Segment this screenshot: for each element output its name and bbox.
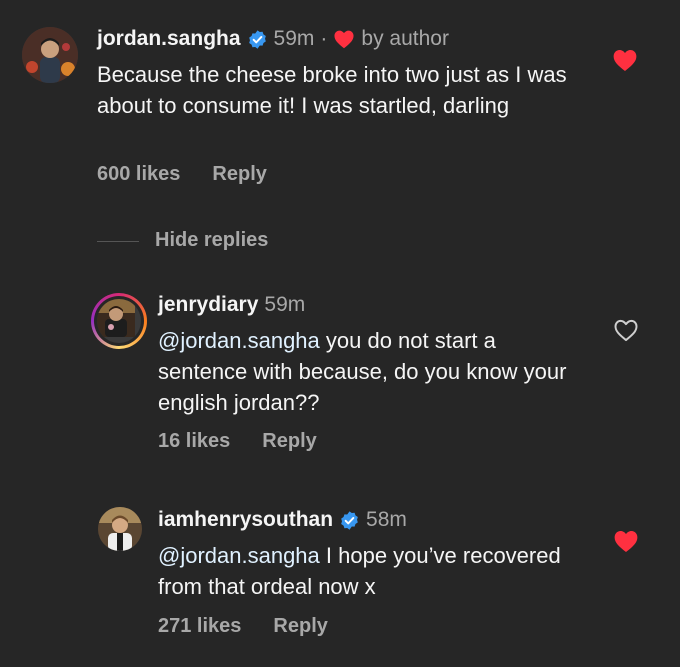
author-heart-icon — [333, 29, 355, 49]
heart-filled-icon — [613, 50, 637, 72]
comment-actions: 600 likes Reply — [97, 163, 267, 186]
mention-link[interactable]: @jordan.sangha — [158, 328, 320, 353]
avatar-iamhenrysouthan[interactable] — [98, 507, 142, 551]
reply-actions: 271 likes Reply — [158, 615, 328, 638]
meta-separator: · — [320, 27, 328, 50]
comment-text: Because the cheese broke into two just a… — [97, 59, 577, 121]
likes-count[interactable]: 16 likes — [158, 430, 230, 453]
hide-replies-divider — [97, 241, 139, 242]
likes-count[interactable]: 271 likes — [158, 615, 241, 638]
verified-badge-icon — [247, 29, 268, 50]
reply-actions: 16 likes Reply — [158, 430, 317, 453]
hide-replies-button[interactable]: Hide replies — [155, 229, 268, 252]
by-author-label: by author — [361, 27, 449, 50]
avatar-ring-inner — [94, 296, 144, 346]
avatar-jordan-sangha[interactable] — [22, 27, 78, 83]
heart-outline-icon — [614, 319, 638, 342]
heart-filled-icon — [614, 531, 638, 553]
reply-button[interactable]: Reply — [262, 430, 316, 453]
like-button[interactable] — [613, 318, 639, 342]
username[interactable]: iamhenrysouthan — [158, 508, 333, 532]
avatar-story-ring[interactable] — [91, 293, 147, 349]
reply-header: jenrydiary 59m — [158, 293, 305, 317]
comment-header: jordan.sangha 59m · by author — [97, 27, 449, 51]
mention-link[interactable]: @jordan.sangha — [158, 543, 320, 568]
avatar-photo — [22, 27, 78, 83]
comment-body: Because the cheese broke into two just a… — [97, 62, 567, 118]
reply-button[interactable]: Reply — [212, 163, 266, 186]
username[interactable]: jenrydiary — [158, 293, 258, 317]
comment-time: 59m — [273, 27, 315, 50]
username[interactable]: jordan.sangha — [97, 27, 241, 51]
avatar-photo — [97, 299, 135, 337]
reply-text: @jordan.sangha you do not start a senten… — [158, 325, 578, 418]
reply-time: 59m — [264, 293, 306, 316]
avatar-photo — [98, 507, 142, 551]
reply-time: 58m — [366, 508, 407, 531]
avatar-jenrydiary — [97, 299, 141, 343]
like-button[interactable] — [613, 529, 639, 553]
verified-badge-icon — [339, 510, 360, 531]
reply-header: iamhenrysouthan 58m — [158, 508, 407, 532]
likes-count[interactable]: 600 likes — [97, 163, 180, 186]
reply-text: @jordan.sangha I hope you’ve recovered f… — [158, 540, 578, 602]
reply-button[interactable]: Reply — [273, 615, 327, 638]
like-button[interactable] — [612, 48, 638, 72]
